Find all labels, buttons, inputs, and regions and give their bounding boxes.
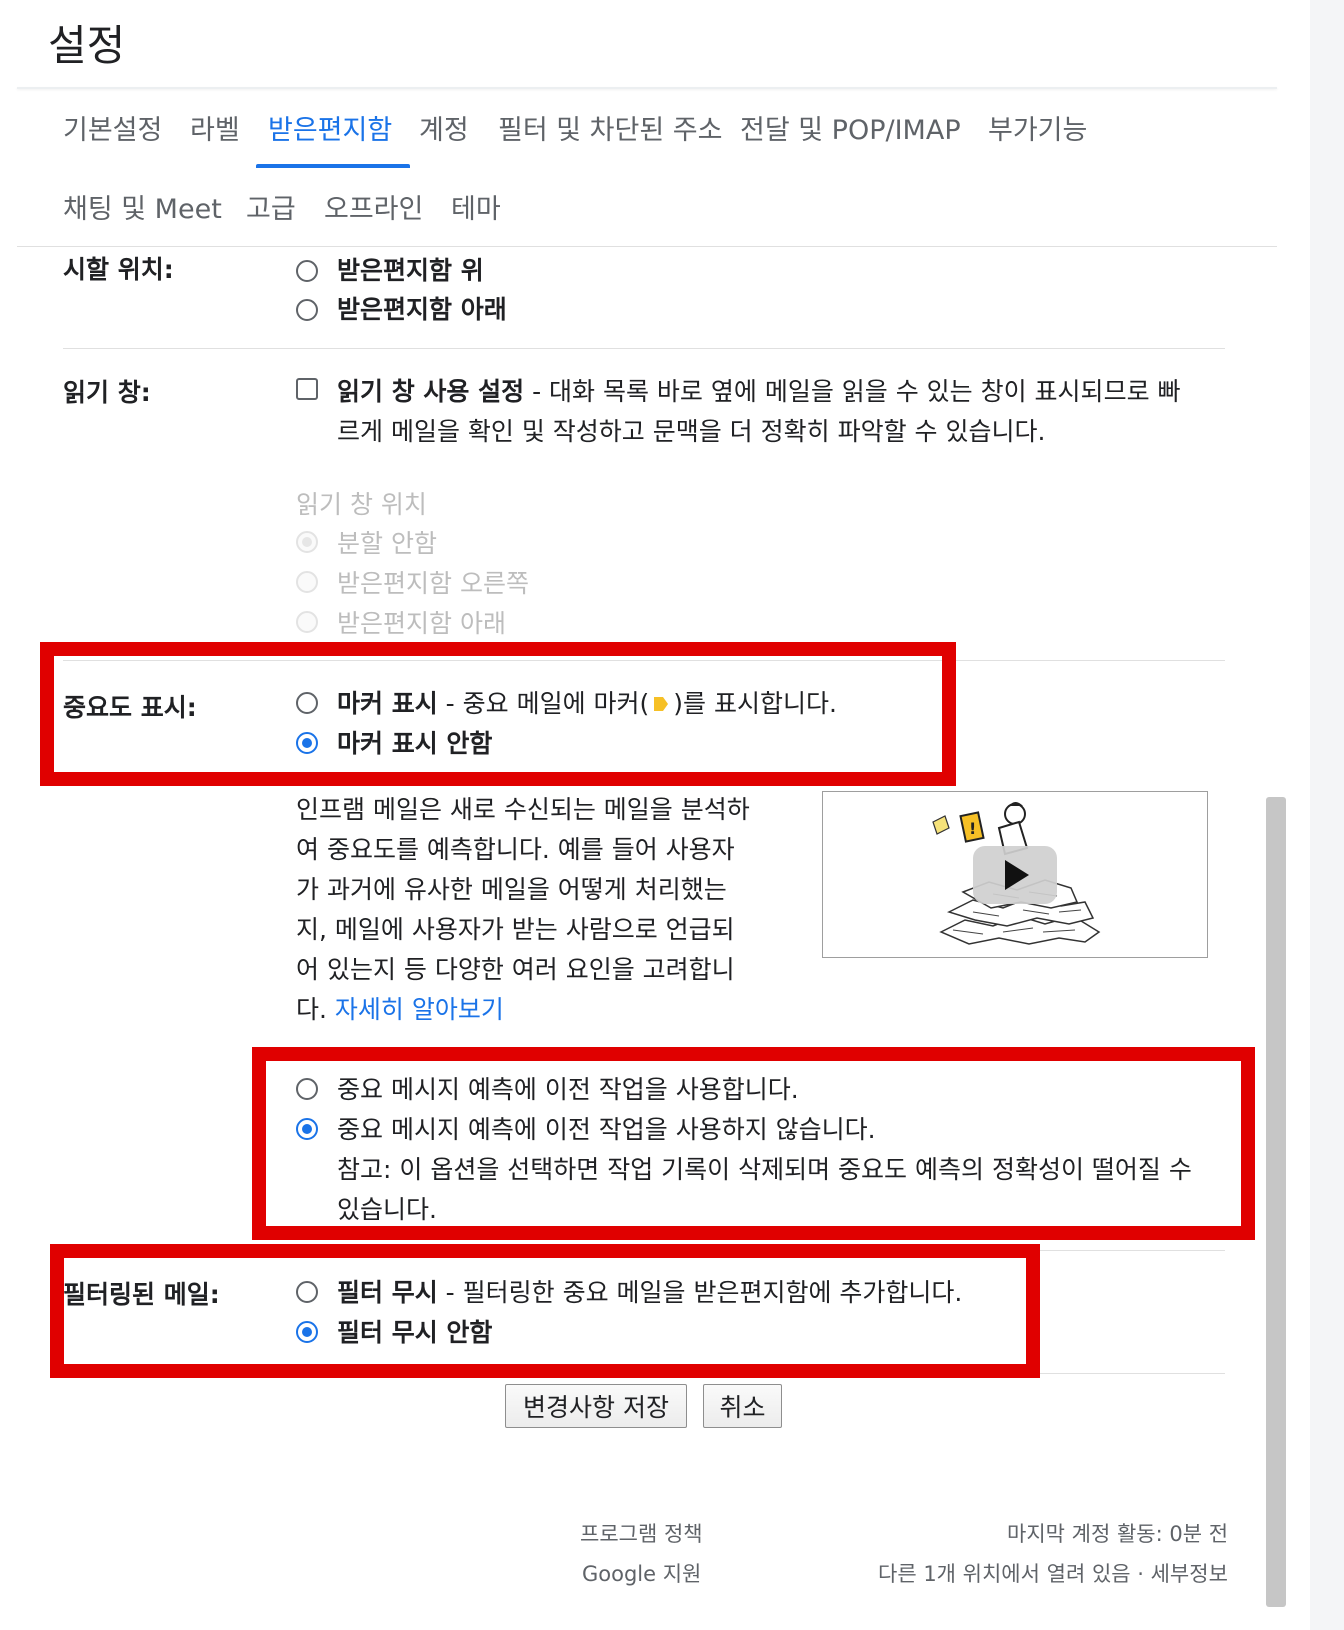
start-position-top-radio[interactable] [296, 260, 318, 282]
pane-right-radio [296, 571, 318, 593]
importance-video-thumbnail[interactable]: ! [822, 791, 1208, 958]
page-edge-shade [1310, 0, 1344, 1630]
section-divider [63, 348, 1225, 349]
highlight-box-prediction [252, 1047, 1255, 1240]
cancel-button[interactable]: 취소 [703, 1384, 782, 1428]
start-position-bottom-option: 받은편지함 아래 [337, 295, 507, 324]
google-support-link[interactable]: Google 지원 [582, 1558, 701, 1588]
tab-addons[interactable]: 부가기능 [988, 108, 1087, 147]
pane-below-option: 받은편지함 아래 [337, 609, 506, 638]
active-tab-indicator [256, 164, 410, 168]
pane-no-split-radio [296, 531, 318, 553]
tab-general[interactable]: 기본설정 [63, 108, 162, 147]
tab-forwarding[interactable]: 전달 및 POP/IMAP [740, 108, 961, 147]
reading-pane-option-line1: 읽기 창 사용 설정 - 대화 목록 바로 옆에 메일을 읽을 수 있는 창이 … [337, 377, 1181, 406]
reading-pane-label: 읽기 창: [63, 378, 151, 407]
tab-inbox[interactable]: 받은편지함 [268, 108, 392, 147]
tabs-divider [17, 246, 1277, 247]
tab-labels[interactable]: 라벨 [190, 108, 240, 147]
tab-themes[interactable]: 테마 [451, 187, 501, 226]
last-activity-text: 마지막 계정 활동: 0분 전 [1007, 1522, 1229, 1546]
scrollbar[interactable] [1266, 797, 1286, 1607]
highlight-box-importance [40, 642, 956, 786]
tab-filters[interactable]: 필터 및 차단된 주소 [498, 108, 722, 147]
header-divider [17, 87, 1277, 89]
reading-pane-position-title: 읽기 창 위치 [296, 490, 427, 519]
learn-more-link[interactable]: 자세히 알아보기 [335, 995, 504, 1024]
start-position-label: 시할 위치: [63, 255, 174, 284]
tab-accounts[interactable]: 계정 [419, 108, 469, 147]
start-position-bottom-radio[interactable] [296, 299, 318, 321]
tab-offline[interactable]: 오프라인 [324, 187, 423, 226]
svg-text:!: ! [969, 819, 976, 838]
open-elsewhere-details[interactable]: 다른 1개 위치에서 열려 있음 · 세부정보 [878, 1558, 1228, 1588]
tab-chat-meet[interactable]: 채팅 및 Meet [63, 187, 222, 226]
tab-advanced[interactable]: 고급 [246, 187, 296, 226]
pane-no-split-option: 분할 안함 [337, 529, 437, 558]
start-position-top-option: 받은편지함 위 [337, 256, 484, 285]
importance-info: 인프램 메일은 새로 수신되는 메일을 분석하 여 중요도를 예측합니다. 예를… [296, 795, 750, 1024]
highlight-box-filtered [50, 1244, 1040, 1378]
pane-right-option: 받은편지함 오른쪽 [337, 569, 529, 598]
reading-pane-checkbox[interactable] [296, 378, 318, 400]
save-changes-button[interactable]: 변경사항 저장 [505, 1384, 687, 1428]
page-title: 설정 [48, 21, 126, 70]
pane-below-radio [296, 611, 318, 633]
reading-pane-option-line2: 르게 메일을 확인 및 작성하고 문맥을 더 정확히 파악할 수 있습니다. [337, 417, 1046, 446]
program-policy-link[interactable]: 프로그램 정책 [580, 1518, 703, 1548]
